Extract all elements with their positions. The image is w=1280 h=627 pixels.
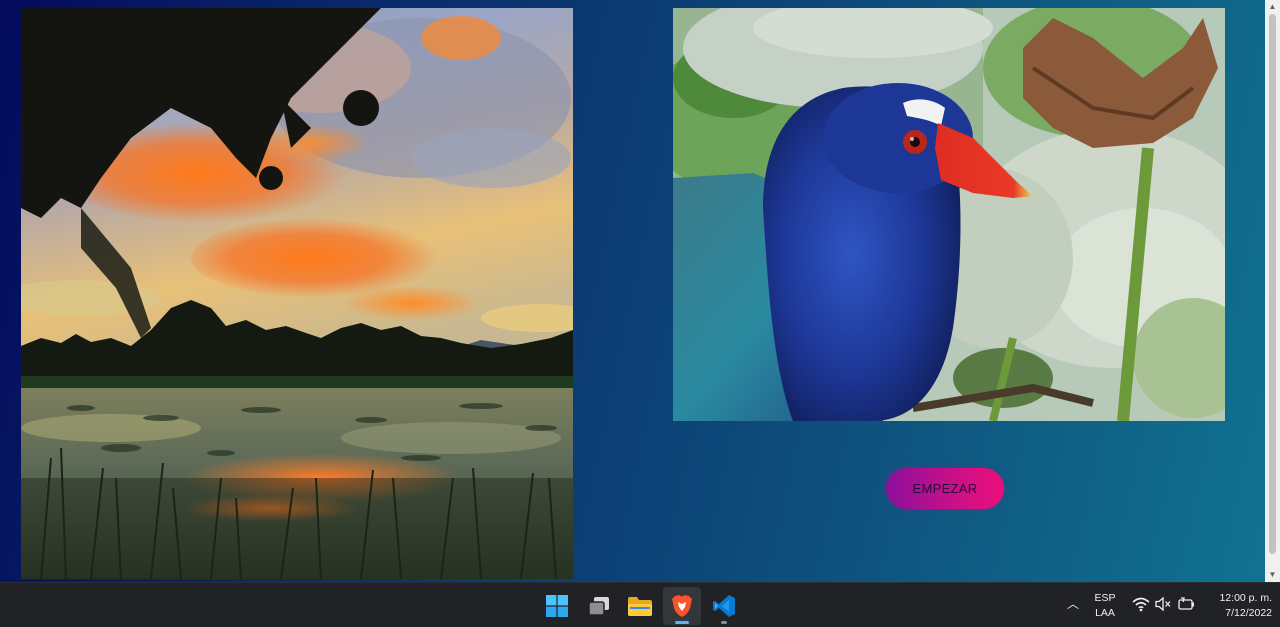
chevron-up-icon[interactable]: ︿: [1064, 593, 1082, 615]
start-button[interactable]: EMPEZAR: [886, 468, 1004, 509]
scroll-up-arrow-icon[interactable]: ▲: [1265, 0, 1280, 14]
windows-start-icon: [546, 595, 568, 617]
taskbar-start-button[interactable]: [538, 587, 576, 625]
purple-gallinule-photo: [673, 8, 1225, 421]
language-code: ESP: [1094, 592, 1116, 604]
taskbar-task-view-button[interactable]: [580, 587, 618, 625]
scroll-down-arrow-icon[interactable]: ▼: [1265, 568, 1280, 582]
clock-time: 12:00 p. m.: [1219, 592, 1272, 604]
active-app-indicator: [675, 621, 689, 624]
vertical-scrollbar[interactable]: ▲ ▼: [1265, 0, 1280, 582]
scrollbar-thumb[interactable]: [1269, 14, 1276, 554]
running-app-indicator: [721, 621, 727, 624]
file-explorer-icon: [628, 597, 652, 616]
taskbar-file-explorer-button[interactable]: [621, 587, 659, 625]
battery-charging-icon[interactable]: [1177, 596, 1195, 612]
taskbar: ︿ ESP LAA 12:00 p. m. 7/12/2022: [0, 582, 1280, 627]
sunset-lake-photo: [21, 8, 573, 579]
input-language-indicator[interactable]: ESP LAA: [1090, 591, 1120, 621]
clock-date: 7/12/2022: [1225, 607, 1272, 619]
taskbar-clock[interactable]: 12:00 p. m. 7/12/2022: [1200, 591, 1272, 621]
keyboard-layout-code: LAA: [1095, 607, 1115, 619]
speaker-muted-icon[interactable]: [1154, 596, 1172, 612]
browser-viewport: EMPEZAR: [0, 0, 1265, 582]
vscode-icon: [713, 595, 735, 617]
wifi-icon[interactable]: [1132, 596, 1150, 612]
taskbar-vscode-button[interactable]: [705, 587, 743, 625]
task-view-icon: [588, 597, 609, 616]
brave-browser-icon: [672, 595, 692, 617]
taskbar-brave-button[interactable]: [663, 587, 701, 625]
